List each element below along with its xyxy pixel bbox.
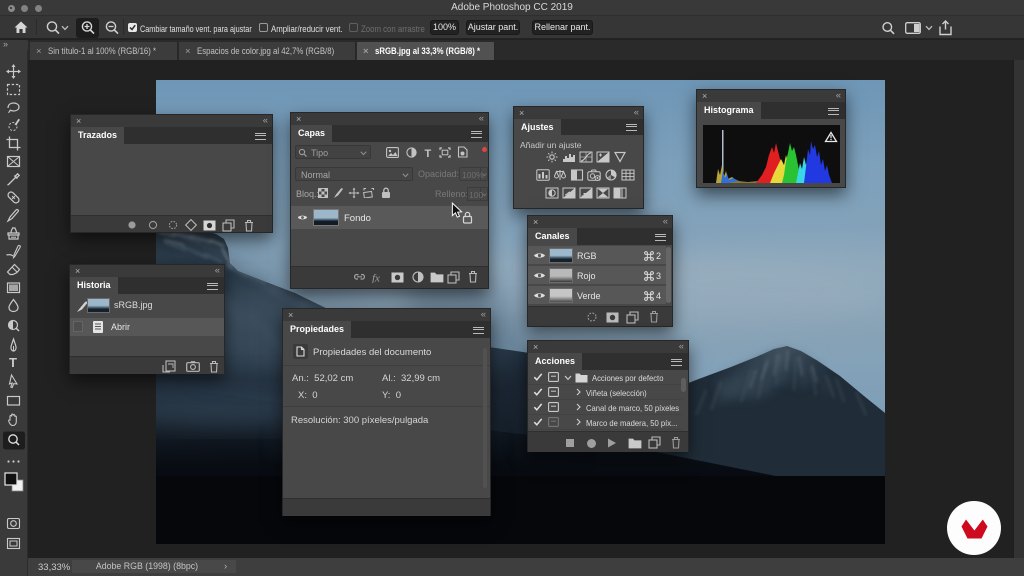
svg-text:T: T [425,148,432,158]
svg-text:fx: fx [372,273,380,284]
svg-text:T: T [9,355,17,370]
